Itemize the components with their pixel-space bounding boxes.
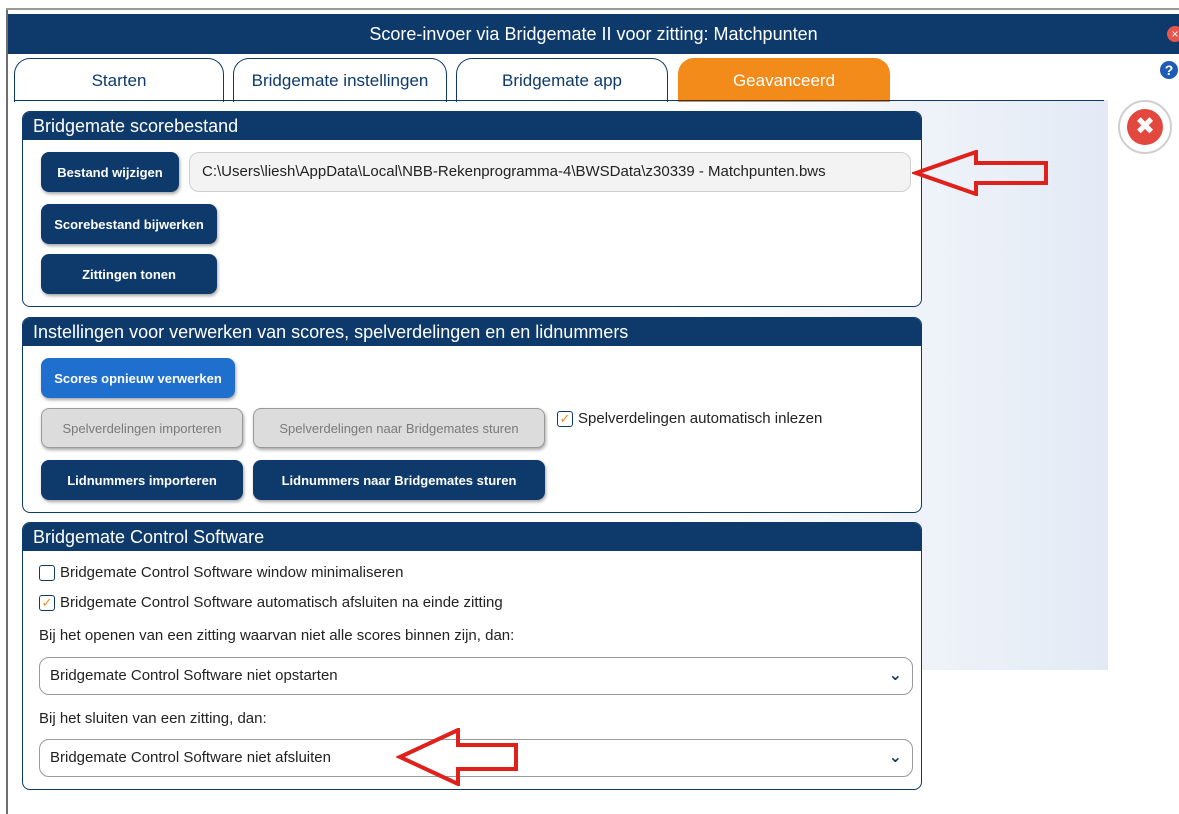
sluiten-label: Bij het sluiten van een zitting, dan: bbox=[39, 710, 267, 727]
bestand-wijzigen-button[interactable]: Bestand wijzigen bbox=[41, 152, 179, 192]
panel-header-instellingen: Instellingen voor verwerken van scores, … bbox=[23, 318, 921, 346]
minimaliseren-label: Bridgemate Control Software window minim… bbox=[60, 564, 404, 581]
panel-instellingen: Instellingen voor verwerken van scores, … bbox=[22, 317, 922, 513]
panel-header-control-software: Bridgemate Control Software bbox=[23, 523, 921, 551]
tab-divider bbox=[14, 100, 1104, 101]
window-top-border bbox=[6, 8, 1179, 10]
red-arrow-icon bbox=[912, 150, 1048, 196]
tab-starten[interactable]: Starten bbox=[14, 58, 224, 102]
scorebestand-path-field: C:\Users\liesh\AppData\Local\NBB-Rekenpr… bbox=[189, 152, 911, 192]
close-dialog-button[interactable]: ✖ bbox=[1118, 100, 1172, 154]
openen-label: Bij het openen van een zitting waarvan n… bbox=[39, 627, 515, 644]
spelverdelingen-sturen-button[interactable]: Spelverdelingen naar Bridgemates sturen bbox=[253, 408, 545, 448]
close-icon: ✖ bbox=[1127, 109, 1163, 145]
panel-header-scorebestand: Bridgemate scorebestand bbox=[23, 112, 921, 140]
checkbox-checked-icon: ✓ bbox=[557, 410, 573, 427]
tab-geavanceerd[interactable]: Geavanceerd bbox=[678, 58, 890, 102]
lidnummers-sturen-button[interactable]: Lidnummers naar Bridgemates sturen bbox=[253, 460, 545, 500]
title-bar: Score-invoer via Bridgemate II voor zitt… bbox=[8, 14, 1179, 54]
tab-bridgemate-instellingen[interactable]: Bridgemate instellingen bbox=[233, 58, 447, 102]
chevron-down-icon: ⌄ bbox=[888, 749, 902, 766]
spelverdelingen-importeren-button[interactable]: Spelverdelingen importeren bbox=[41, 408, 243, 448]
tab-bridgemate-app[interactable]: Bridgemate app bbox=[456, 58, 668, 102]
window-close-icon[interactable]: × bbox=[1167, 26, 1179, 42]
lidnummers-importeren-button[interactable]: Lidnummers importeren bbox=[41, 460, 243, 500]
spelverdelingen-automatisch-checkbox[interactable]: ✓ Spelverdelingen automatisch inlezen bbox=[557, 410, 822, 427]
automatisch-afsluiten-label: Bridgemate Control Software automatisch … bbox=[60, 594, 503, 611]
red-arrow-icon bbox=[396, 728, 518, 786]
help-icon[interactable]: ? bbox=[1160, 61, 1178, 79]
spelverdelingen-automatisch-label: Spelverdelingen automatisch inlezen bbox=[578, 410, 823, 427]
openen-select-value: Bridgemate Control Software niet opstart… bbox=[50, 667, 338, 684]
checkbox-unchecked-icon bbox=[39, 564, 55, 581]
openen-select[interactable]: Bridgemate Control Software niet opstart… bbox=[39, 657, 913, 695]
panel-scorebestand: Bridgemate scorebestand Bestand wijzigen… bbox=[22, 111, 922, 307]
scorebestand-bijwerken-button[interactable]: Scorebestand bijwerken bbox=[41, 204, 217, 244]
window-title: Score-invoer via Bridgemate II voor zitt… bbox=[369, 24, 818, 44]
zittingen-tonen-button[interactable]: Zittingen tonen bbox=[41, 254, 217, 294]
chevron-down-icon: ⌄ bbox=[888, 667, 902, 684]
minimaliseren-checkbox[interactable]: Bridgemate Control Software window minim… bbox=[39, 564, 403, 581]
scores-opnieuw-verwerken-button[interactable]: Scores opnieuw verwerken bbox=[41, 358, 235, 398]
automatisch-afsluiten-checkbox[interactable]: ✓ Bridgemate Control Software automatisc… bbox=[39, 594, 503, 611]
sluiten-select-value: Bridgemate Control Software niet afsluit… bbox=[50, 749, 331, 766]
checkbox-checked-icon: ✓ bbox=[39, 594, 55, 611]
